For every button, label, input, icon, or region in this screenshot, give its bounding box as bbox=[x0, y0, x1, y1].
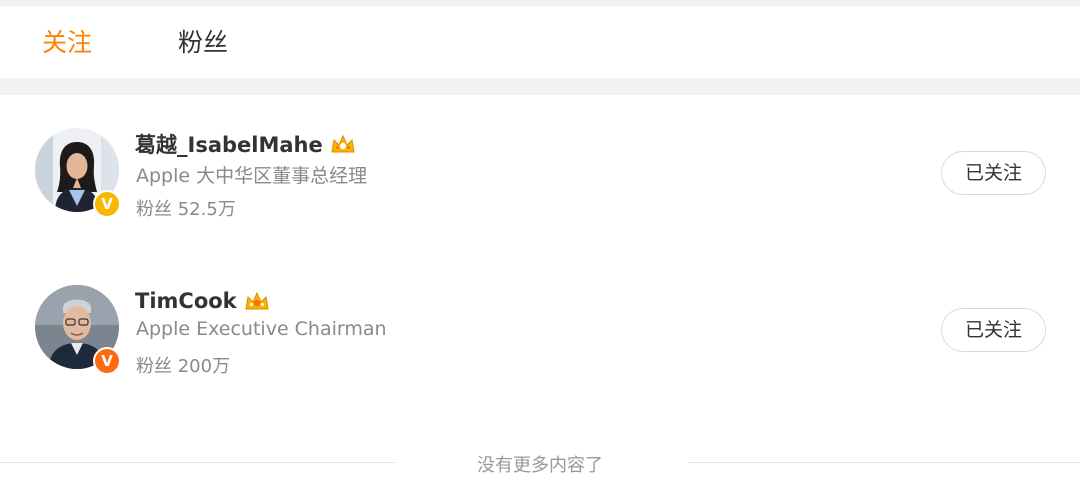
user-bio: Apple 大中华区董事总经理 bbox=[136, 165, 368, 187]
user-name[interactable]: 葛越_IsabelMahe bbox=[135, 129, 323, 159]
list-item[interactable]: V TimCook Apple Executive Chairman 粉丝 20… bbox=[0, 252, 1080, 402]
fans-count: 52.5万 bbox=[177, 199, 236, 220]
crown-icon bbox=[243, 290, 271, 312]
user-name[interactable]: TimCook bbox=[135, 289, 237, 313]
fans-count-line: 粉丝 52.5万 bbox=[136, 195, 236, 221]
fans-count-line: 粉丝 200万 bbox=[136, 352, 230, 378]
following-page: 关注 粉丝 V 葛越_IsabelMahe Apple 大中华区董事总经理 粉丝… bbox=[0, 0, 1080, 504]
fans-count: 200万 bbox=[177, 356, 231, 377]
section-divider bbox=[0, 78, 1080, 95]
crown-icon bbox=[329, 133, 357, 155]
name-line: TimCook bbox=[135, 286, 271, 316]
verified-badge-icon: V bbox=[93, 190, 121, 218]
user-bio: Apple Executive Chairman bbox=[136, 318, 387, 340]
fans-label: 粉丝 bbox=[136, 199, 172, 220]
no-more-content-text: 没有更多内容了 bbox=[477, 455, 603, 476]
following-button[interactable]: 已关注 bbox=[941, 151, 1046, 195]
fans-label: 粉丝 bbox=[136, 356, 172, 377]
verified-badge-icon: V bbox=[93, 347, 121, 375]
tab-bar: 关注 粉丝 bbox=[0, 6, 1080, 78]
tab-following[interactable]: 关注 bbox=[42, 28, 92, 58]
name-line: 葛越_IsabelMahe bbox=[135, 129, 357, 159]
list-item[interactable]: V 葛越_IsabelMahe Apple 大中华区董事总经理 粉丝 52.5万… bbox=[0, 95, 1080, 245]
following-button[interactable]: 已关注 bbox=[941, 308, 1046, 352]
tab-fans[interactable]: 粉丝 bbox=[178, 28, 228, 58]
